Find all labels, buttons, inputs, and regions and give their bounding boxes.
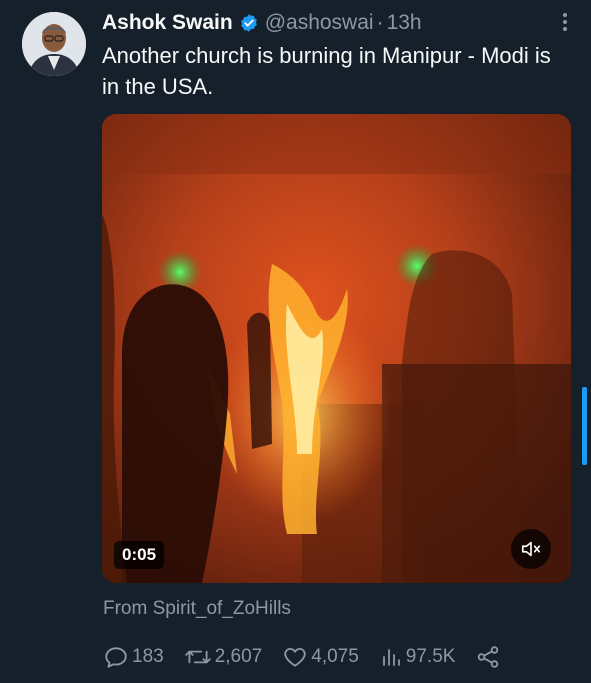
retweet-icon (184, 650, 211, 664)
header-separator: · (376, 11, 384, 34)
video-player[interactable]: 0:05 (102, 114, 571, 583)
video-duration: 0:05 (114, 541, 165, 569)
reply-icon (105, 647, 127, 668)
video-frame (102, 114, 571, 583)
avatar-image (22, 12, 86, 76)
reply-button[interactable]: 183 (103, 644, 164, 670)
video-attribution[interactable]: From Spirit_of_ZoHills (103, 598, 291, 620)
tweet-text: Another church is burning in Manipur - M… (102, 43, 551, 99)
views-button[interactable]: 97.5K (379, 644, 456, 670)
tweet-header: Ashok Swain @ashoswai · 13h (102, 8, 571, 38)
views-icon (382, 649, 400, 666)
share-button[interactable] (475, 644, 504, 670)
mute-button[interactable] (511, 529, 551, 569)
tweet-timestamp[interactable]: 13h (387, 11, 422, 35)
reply-count: 183 (132, 646, 164, 667)
view-count: 97.5K (405, 646, 456, 667)
action-bar: 183 2,607 4,075 97.5K (103, 644, 524, 670)
verified-icon (240, 14, 257, 32)
avatar[interactable] (22, 12, 86, 76)
retweet-count: 2,607 (214, 646, 263, 667)
retweet-button[interactable]: 2,607 (184, 644, 263, 670)
more-icon[interactable] (557, 10, 573, 34)
like-count: 4,075 (311, 646, 359, 667)
author-handle[interactable]: @ashoswai (265, 11, 374, 35)
author-name[interactable]: Ashok Swain (102, 11, 233, 35)
share-icon (478, 646, 499, 668)
like-icon (284, 647, 306, 667)
mute-icon (521, 541, 541, 557)
like-button[interactable]: 4,075 (282, 644, 359, 670)
scroll-indicator[interactable] (582, 387, 587, 465)
